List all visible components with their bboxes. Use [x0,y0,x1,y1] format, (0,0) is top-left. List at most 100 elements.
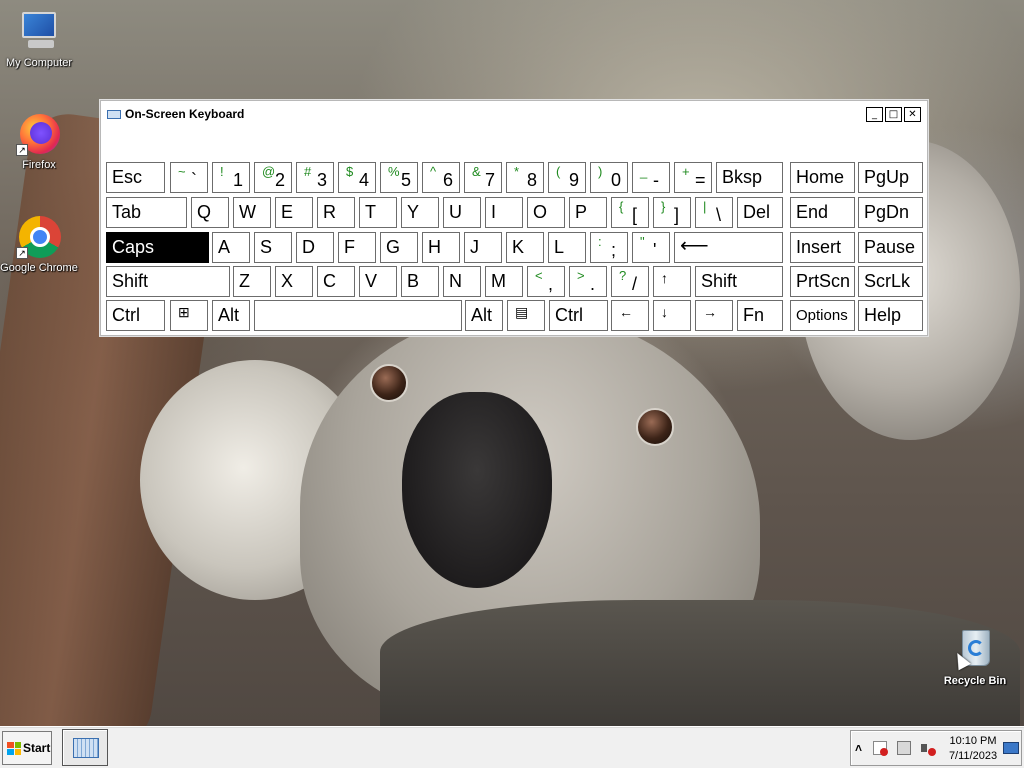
key-enter[interactable]: ⟵ [674,232,783,263]
volume-muted-icon[interactable] [921,741,936,756]
key-home[interactable]: Home [790,162,855,193]
key-end[interactable]: End [790,197,855,228]
key-k[interactable]: K [506,232,544,263]
key-u[interactable]: U [443,197,481,228]
desktop-icon-google-chrome[interactable]: ↗ Google Chrome [0,213,78,275]
key-options[interactable]: Options [790,300,855,331]
key-space[interactable] [254,300,462,331]
close-button[interactable]: ✕ [904,107,921,122]
key-label: F [344,237,355,257]
key-e[interactable]: E [275,197,313,228]
key-t[interactable]: T [359,197,397,228]
key-p[interactable]: P [569,197,607,228]
on-screen-keyboard-window[interactable]: On-Screen Keyboard _ □ ✕ Esc ~ ` ! 1 @2 #3… [100,100,928,336]
key-alt-right[interactable]: Alt [465,300,503,331]
key-s[interactable]: S [254,232,292,263]
key-j[interactable]: J [464,232,502,263]
key-r[interactable]: R [317,197,355,228]
key-caps[interactable]: Caps [106,232,209,263]
key-m[interactable]: M [485,266,523,297]
key-up-arrow[interactable]: ↑ [653,266,691,297]
key-esc[interactable]: Esc [106,162,165,193]
window-title-bar[interactable]: On-Screen Keyboard [107,107,244,121]
key-ctrl-right[interactable]: Ctrl [549,300,608,331]
desktop-icon-firefox[interactable]: ↗ Firefox [0,110,78,172]
key-5[interactable]: % 5 [380,162,418,193]
context-menu-icon: ▤ [515,304,529,320]
key-f[interactable]: F [338,232,376,263]
start-button[interactable]: Start [2,731,52,765]
key-pause[interactable]: Pause [858,232,923,263]
key-alt-left[interactable]: Alt [212,300,250,331]
taskbar-button-on-screen-keyboard[interactable] [62,729,108,766]
key-8[interactable]: * 8 [506,162,544,193]
key-semicolon[interactable]: :; [590,232,628,263]
key-fn[interactable]: Fn [737,300,783,331]
key-pgup[interactable]: PgUp [858,162,923,193]
key-left-arrow[interactable]: ← [611,300,649,331]
arrow-up-icon: ↑ [661,270,668,286]
network-icon[interactable] [897,741,911,755]
show-hidden-icons-chevron-icon[interactable]: ˄ [855,741,862,755]
key-0[interactable]: ) 0 [590,162,628,193]
action-center-flag-icon[interactable] [873,741,888,756]
key-minus[interactable]: _ - [632,162,670,193]
key-4[interactable]: $4 [338,162,376,193]
maximize-button[interactable]: □ [885,107,902,122]
key-c[interactable]: C [317,266,355,297]
desktop-icon-recycle-bin[interactable]: Recycle Bin [936,626,1014,688]
key-equals[interactable]: + = [674,162,712,193]
key-7[interactable]: & 7 [464,162,502,193]
key-prtscn[interactable]: PrtScn [790,266,855,297]
show-desktop-icon[interactable] [1003,742,1019,754]
key-l[interactable]: L [548,232,586,263]
key-d[interactable]: D [296,232,334,263]
key-h[interactable]: H [422,232,460,263]
key-menu[interactable]: ▤ [507,300,545,331]
key-x[interactable]: X [275,266,313,297]
key-n[interactable]: N [443,266,481,297]
key-label: B [407,271,420,291]
key-backtick[interactable]: ~ ` [170,162,208,193]
key-left-bracket[interactable]: {[ [611,197,649,228]
key-right-bracket[interactable]: }] [653,197,691,228]
key-3[interactable]: #3 [296,162,334,193]
key-a[interactable]: A [212,232,250,263]
key-o[interactable]: O [527,197,565,228]
key-ctrl-left[interactable]: Ctrl [106,300,165,331]
key-z[interactable]: Z [233,266,271,297]
key-scrlk[interactable]: ScrLk [858,266,923,297]
key-slash[interactable]: ? / [611,266,649,297]
key-windows[interactable]: ⊞ [170,300,208,331]
desktop-icon-my-computer[interactable]: My Computer [0,8,78,70]
key-help[interactable]: Help [858,300,923,331]
key-9[interactable]: (9 [548,162,586,193]
key-g[interactable]: G [380,232,418,263]
key-comma[interactable]: <, [527,266,565,297]
minimize-button[interactable]: _ [866,107,883,122]
key-right-arrow[interactable]: → [695,300,733,331]
key-pgdn[interactable]: PgDn [858,197,923,228]
key-tab[interactable]: Tab [106,197,187,228]
key-1[interactable]: ! 1 [212,162,250,193]
key-shift-right[interactable]: Shift [695,266,783,297]
key-backspace[interactable]: Bksp [716,162,783,193]
key-insert[interactable]: Insert [790,232,855,263]
key-period[interactable]: >. [569,266,607,297]
key-i[interactable]: I [485,197,523,228]
shortcut-arrow-icon: ↗ [16,247,28,259]
key-y[interactable]: Y [401,197,439,228]
key-v[interactable]: V [359,266,397,297]
key-b[interactable]: B [401,266,439,297]
key-w[interactable]: W [233,197,271,228]
key-shift-left[interactable]: Shift [106,266,230,297]
key-down-arrow[interactable]: ↓ [653,300,691,331]
key-del[interactable]: Del [737,197,783,228]
key-6[interactable]: ^ 6 [422,162,460,193]
clock[interactable]: 10:10 PM 7/11/2023 [945,734,1001,764]
key-quote[interactable]: " ' [632,232,670,263]
key-backslash[interactable]: | \ [695,197,733,228]
firefox-icon: ↗ [16,110,62,156]
key-2[interactable]: @2 [254,162,292,193]
key-q[interactable]: Q [191,197,229,228]
